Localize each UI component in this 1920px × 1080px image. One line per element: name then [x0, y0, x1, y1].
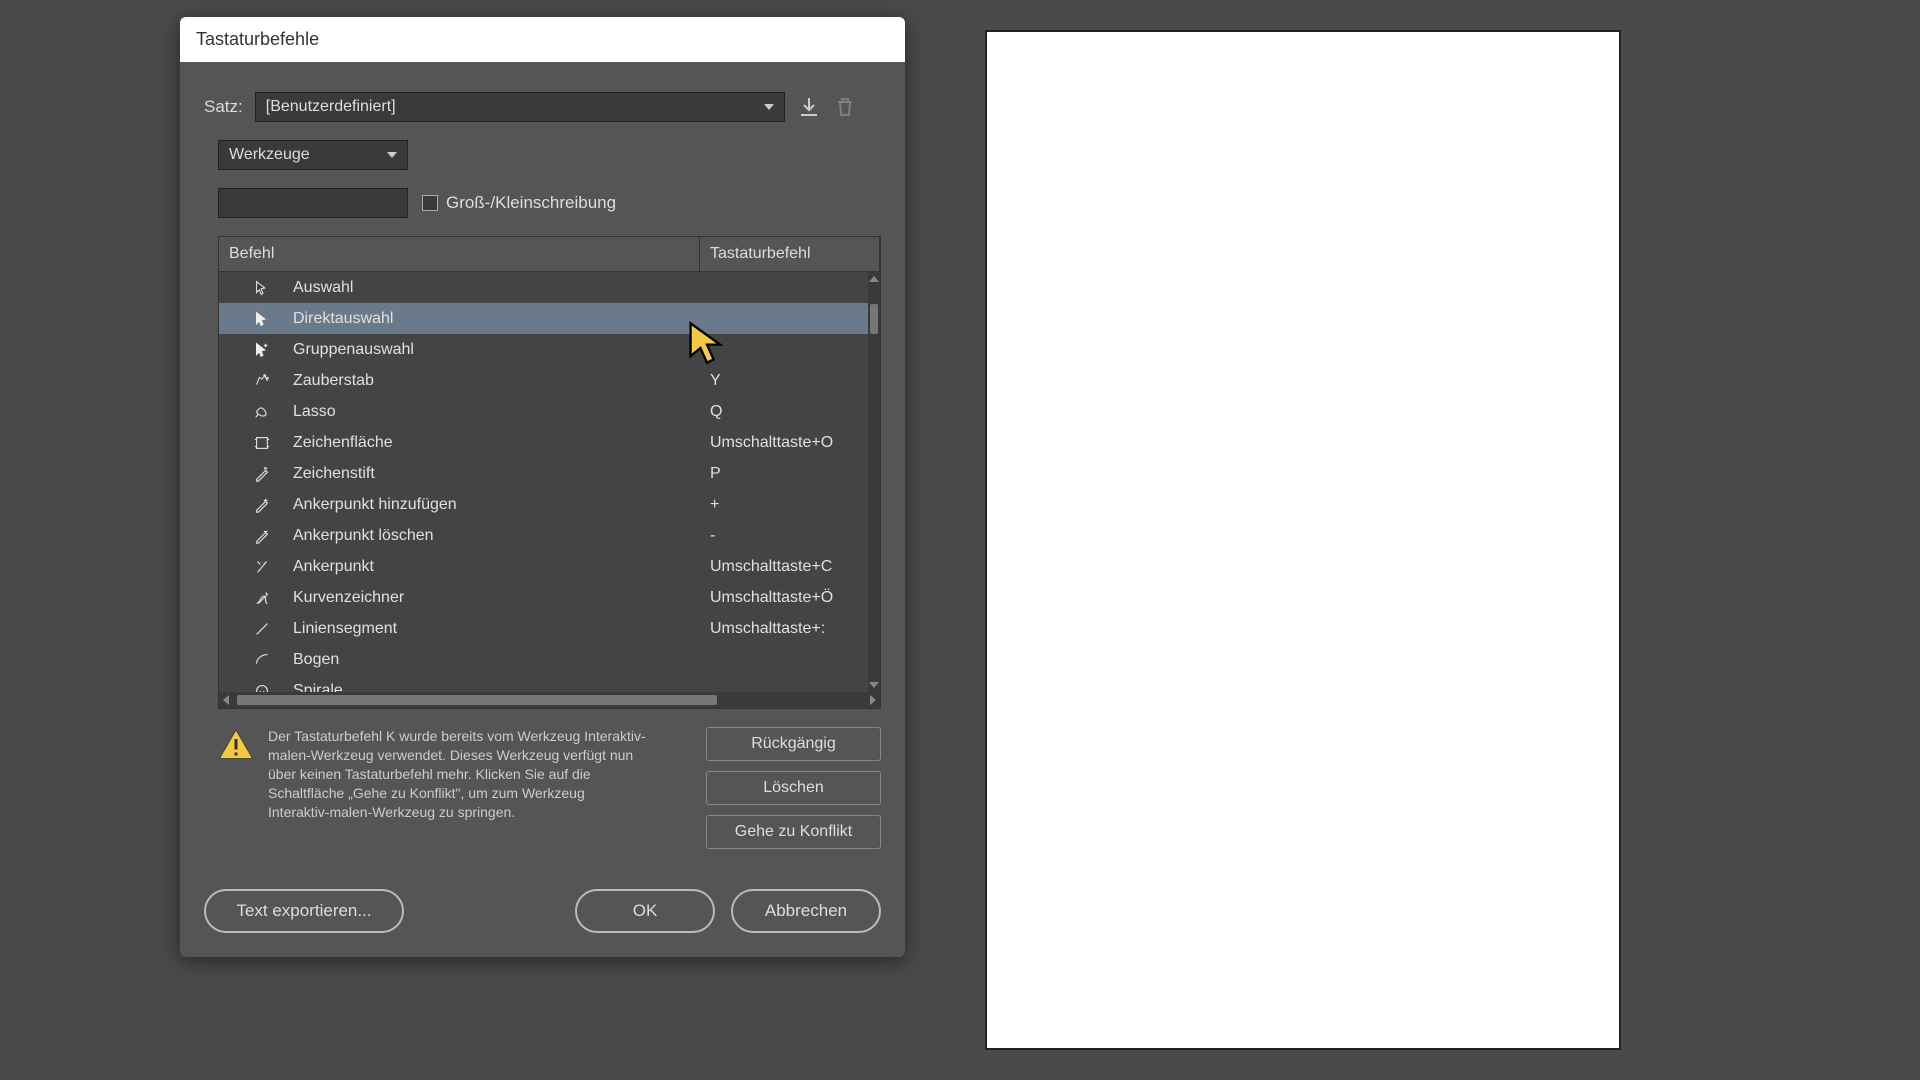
- shortcut-label: Umschalttaste+O: [710, 434, 880, 452]
- command-label: Ankerpunkt: [275, 558, 710, 576]
- tool-icon: [249, 434, 275, 452]
- table-row[interactable]: Direktauswahl: [219, 303, 880, 334]
- match-case-label: Groß-/Kleinschreibung: [446, 193, 616, 213]
- command-label: Auswahl: [275, 279, 710, 297]
- table-row[interactable]: Bogen: [219, 644, 880, 675]
- tool-icon: [249, 620, 275, 638]
- chevron-down-icon: [764, 104, 774, 110]
- dialog-title: Tastaturbefehle: [180, 17, 905, 62]
- tool-icon: [249, 589, 275, 607]
- shortcut-label: +: [710, 496, 880, 514]
- command-label: Kurvenzeichner: [275, 589, 710, 607]
- search-input-wrapper: [218, 188, 408, 218]
- scroll-left-icon[interactable]: [223, 695, 229, 705]
- tool-icon: [249, 651, 275, 669]
- table-row[interactable]: AnkerpunktUmschalttaste+C: [219, 551, 880, 582]
- goto-conflict-button[interactable]: Gehe zu Konflikt: [706, 815, 881, 849]
- save-set-icon[interactable]: [797, 95, 821, 119]
- set-dropdown[interactable]: [Benutzerdefiniert]: [255, 92, 785, 122]
- table-row[interactable]: ZeichenflächeUmschalttaste+O: [219, 427, 880, 458]
- scroll-down-icon[interactable]: [869, 682, 879, 688]
- tool-icon: [249, 496, 275, 514]
- command-label: Zeichenstift: [275, 465, 710, 483]
- search-input[interactable]: [233, 195, 432, 212]
- table-row[interactable]: LassoQ: [219, 396, 880, 427]
- command-label: Ankerpunkt löschen: [275, 527, 710, 545]
- ok-button[interactable]: OK: [575, 889, 715, 933]
- document-canvas[interactable]: [985, 30, 1621, 1050]
- warning-text: Der Tastaturbefehl K wurde bereits vom W…: [268, 727, 648, 849]
- shortcut-label: P: [710, 465, 880, 483]
- tool-icon: [249, 682, 275, 693]
- tool-icon: [249, 310, 275, 328]
- tool-icon: [249, 279, 275, 297]
- shortcut-label: -: [710, 527, 880, 545]
- table-row[interactable]: ZauberstabY: [219, 365, 880, 396]
- command-label: Lasso: [275, 403, 710, 421]
- tool-icon: [249, 465, 275, 483]
- table-row[interactable]: Spirale: [219, 675, 880, 692]
- table-row[interactable]: LiniensegmentUmschalttaste+:: [219, 613, 880, 644]
- undo-button[interactable]: Rückgängig: [706, 727, 881, 761]
- category-dropdown[interactable]: Werkzeuge: [218, 140, 408, 170]
- table-row[interactable]: KurvenzeichnerUmschalttaste+Ö: [219, 582, 880, 613]
- vertical-scrollbar[interactable]: [868, 272, 880, 692]
- table-row[interactable]: ZeichenstiftP: [219, 458, 880, 489]
- shortcut-label: Umschalttaste+:: [710, 620, 880, 638]
- column-shortcut[interactable]: Tastaturbefehl: [700, 237, 880, 271]
- match-case-checkbox[interactable]: [422, 195, 438, 211]
- shortcut-label: Umschalttaste+Ö: [710, 589, 880, 607]
- horizontal-scrollbar[interactable]: [219, 692, 880, 708]
- category-value: Werkzeuge: [229, 146, 310, 164]
- column-command[interactable]: Befehl: [219, 237, 700, 271]
- delete-button[interactable]: Löschen: [706, 771, 881, 805]
- table-row[interactable]: Gruppenauswahl: [219, 334, 880, 365]
- scroll-right-icon[interactable]: [870, 695, 876, 705]
- command-label: Bogen: [275, 651, 710, 669]
- command-label: Direktauswahl: [275, 310, 710, 328]
- shortcuts-table: Befehl Tastaturbefehl Auswahl Direktauswa…: [218, 236, 881, 709]
- warning-icon: [218, 727, 254, 763]
- set-label: Satz:: [204, 97, 243, 117]
- table-row[interactable]: Ankerpunkt hinzufügen+: [219, 489, 880, 520]
- command-label: Spirale: [275, 682, 710, 693]
- command-label: Zauberstab: [275, 372, 710, 390]
- hscroll-thumb[interactable]: [237, 695, 717, 705]
- delete-set-icon[interactable]: [833, 95, 857, 119]
- tool-icon: [249, 341, 275, 359]
- shortcut-label: Y: [710, 372, 880, 390]
- command-label: Gruppenauswahl: [275, 341, 710, 359]
- export-text-button[interactable]: Text exportieren...: [204, 889, 404, 933]
- shortcut-label: Q: [710, 403, 880, 421]
- set-value: [Benutzerdefiniert]: [266, 98, 396, 116]
- tool-icon: [249, 527, 275, 545]
- shortcut-label: Umschalttaste+C: [710, 558, 880, 576]
- cancel-button[interactable]: Abbrechen: [731, 889, 881, 933]
- table-row[interactable]: Ankerpunkt löschen-: [219, 520, 880, 551]
- command-label: Liniensegment: [275, 620, 710, 638]
- command-label: Ankerpunkt hinzufügen: [275, 496, 710, 514]
- command-label: Zeichenfläche: [275, 434, 710, 452]
- keyboard-shortcuts-dialog: Tastaturbefehle Satz: [Benutzerdefiniert…: [180, 17, 905, 957]
- chevron-down-icon: [387, 152, 397, 158]
- tool-icon: [249, 372, 275, 390]
- tool-icon: [249, 558, 275, 576]
- scroll-thumb[interactable]: [870, 304, 878, 334]
- table-row[interactable]: Auswahl: [219, 272, 880, 303]
- scroll-up-icon[interactable]: [869, 276, 879, 282]
- tool-icon: [249, 403, 275, 421]
